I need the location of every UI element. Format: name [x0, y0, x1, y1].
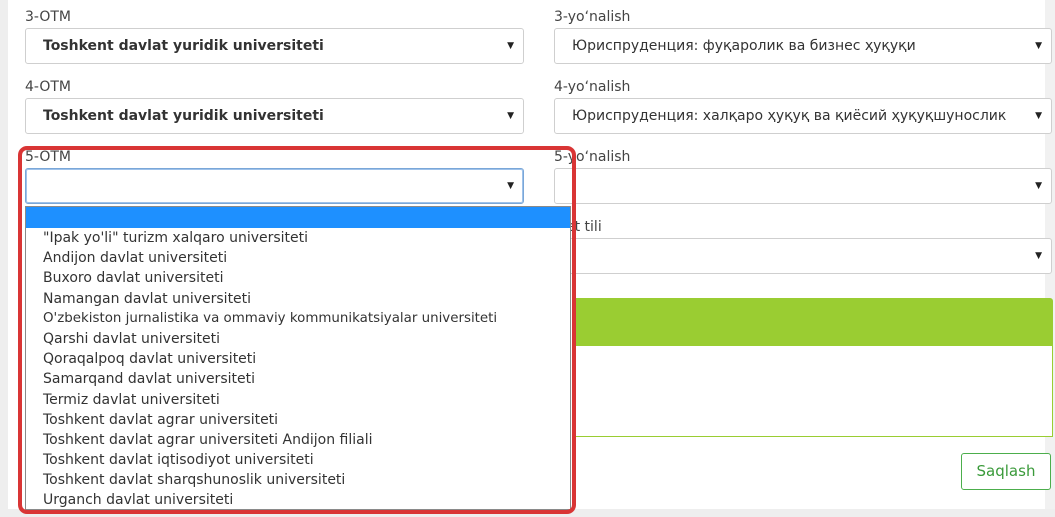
dropdown-option[interactable]: Buxoro davlat universiteti	[26, 268, 570, 288]
chevron-down-icon: ▼	[1035, 111, 1042, 121]
dir5-select[interactable]: ▼	[554, 168, 1052, 204]
lang-label: et tili	[566, 219, 602, 235]
dropdown-option[interactable]: "Ipak yo'li" turizm xalqaro universiteti	[26, 228, 570, 248]
dropdown-option[interactable]: Qoraqalpoq davlat universiteti	[26, 349, 570, 369]
dir4-value: Юриспруденция: халқаро ҳуқуқ ва қиёсий ҳ…	[572, 108, 1007, 124]
dropdown-option[interactable]: O'zbekiston jurnalistika va ommaviy komm…	[26, 309, 570, 329]
dropdown-option[interactable]: Namangan davlat universiteti	[26, 289, 570, 309]
dir4-label: 4-yo‘nalish	[554, 79, 631, 95]
chevron-down-icon: ▼	[1035, 251, 1042, 261]
dir4-select[interactable]: Юриспруденция: халқаро ҳуқуқ ва қиёсий ҳ…	[554, 98, 1052, 134]
save-button[interactable]: Saqlash	[961, 453, 1051, 490]
dir3-label: 3-yo‘nalish	[554, 9, 631, 25]
dir5-label: 5-yo‘nalish	[554, 149, 631, 165]
dir3-select[interactable]: Юриспруденция: фуқаролик ва бизнес ҳуқуқ…	[554, 28, 1052, 64]
chevron-down-icon: ▼	[1035, 41, 1042, 51]
otm5-select[interactable]: ▼	[25, 168, 524, 204]
green-panel-body	[572, 346, 1053, 437]
dropdown-option[interactable]: Samarqand davlat universiteti	[26, 369, 570, 389]
lang-select[interactable]: ▼	[554, 238, 1052, 274]
chevron-down-icon: ▼	[1035, 181, 1042, 191]
chevron-down-icon: ▼	[507, 181, 514, 191]
otm5-dropdown-list[interactable]: "Ipak yo'li" turizm xalqaro universiteti…	[25, 206, 571, 510]
dropdown-option[interactable]: Toshkent davlat agrar universiteti	[26, 410, 570, 430]
dropdown-option-empty-selected[interactable]	[26, 207, 570, 228]
otm3-value: Toshkent davlat yuridik universiteti	[43, 38, 324, 54]
otm4-select[interactable]: Toshkent davlat yuridik universiteti ▼	[25, 98, 524, 134]
otm4-label: 4-OTM	[25, 79, 71, 95]
chevron-down-icon: ▼	[507, 41, 514, 51]
otm3-label: 3-OTM	[25, 9, 71, 25]
dropdown-option[interactable]: Urganch davlat universiteti	[26, 490, 570, 509]
otm5-label: 5-OTM	[25, 149, 71, 165]
dropdown-option[interactable]: Toshkent davlat agrar universiteti Andij…	[26, 430, 570, 450]
otm4-value: Toshkent davlat yuridik universiteti	[43, 108, 324, 124]
otm3-select[interactable]: Toshkent davlat yuridik universiteti ▼	[25, 28, 524, 64]
dropdown-option[interactable]: Termiz davlat universiteti	[26, 390, 570, 410]
dropdown-option[interactable]: Qarshi davlat universiteti	[26, 329, 570, 349]
dir3-value: Юриспруденция: фуқаролик ва бизнес ҳуқуқ…	[572, 38, 916, 54]
green-panel-header	[572, 298, 1053, 346]
dropdown-option[interactable]: Toshkent davlat sharqshunoslik universit…	[26, 470, 570, 490]
chevron-down-icon: ▼	[507, 111, 514, 121]
dropdown-option[interactable]: Andijon davlat universiteti	[26, 248, 570, 268]
dropdown-option[interactable]: Toshkent davlat iqtisodiyot universiteti	[26, 450, 570, 470]
